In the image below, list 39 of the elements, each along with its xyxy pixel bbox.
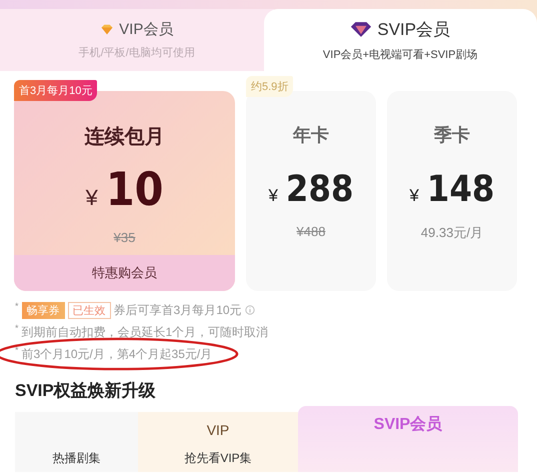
plan-name: 季卡 — [434, 124, 470, 147]
note-text: 券后可享首3月每月10元 — [114, 302, 242, 318]
plan-price: 288 — [286, 169, 354, 210]
note-marker: * — [15, 323, 19, 333]
note-marker: * — [15, 301, 19, 311]
membership-tab[interactable]: SVIP会员 VIP会员+电视端可看+SVIP剧场 — [264, 9, 537, 71]
tab-subtitle: VIP会员+电视端可看+SVIP剧场 — [322, 48, 478, 62]
membership-tab[interactable]: VIP会员 手机/平板/电脑均可使用 — [0, 9, 274, 71]
monthly-price: 49.33元/月 — [420, 224, 484, 242]
tab-title: VIP会员 — [119, 20, 174, 39]
note-text: 到期前自动扣费，会员延长1个月，可随时取消 — [22, 324, 268, 338]
plan-card[interactable]: 季卡 ¥ 148 49.33元/月 — [387, 91, 517, 291]
plan-name: 年卡 — [293, 124, 329, 147]
row-label: 热播剧集 — [52, 450, 100, 466]
plan-price: 148 — [426, 169, 495, 210]
tab-title: SVIP会员 — [377, 19, 450, 41]
gem-icon — [350, 21, 372, 38]
info-icon[interactable] — [244, 305, 255, 315]
section-heading: SVIP权益焕新升级 — [15, 380, 157, 402]
currency-symbol: ¥ — [86, 185, 98, 211]
plan-name: 连续包月 — [84, 125, 164, 150]
column-header: SVIP会员 — [374, 414, 442, 434]
note-text: 前3个月10元/月，第4个月起35元/月 — [22, 346, 212, 360]
table-cell-text: 抢先看VIP集 — [184, 450, 252, 466]
note-marker: * — [15, 345, 19, 355]
plan-footer: 特惠购会员 — [14, 255, 235, 291]
column-header: VIP — [206, 421, 230, 440]
plan-card[interactable]: 年卡 ¥ 288 ¥488 — [246, 91, 376, 291]
gem-icon — [100, 24, 114, 35]
currency-symbol: ¥ — [409, 186, 419, 206]
discount-badge: 首3月每月10元 — [14, 80, 98, 101]
coupon-tag: 畅享券 — [22, 302, 65, 318]
tab-subtitle: 手机/平板/电脑均可使用 — [78, 46, 195, 60]
currency-symbol: ¥ — [268, 186, 278, 206]
coupon-status: 已生效 — [68, 302, 111, 318]
original-price: ¥488 — [296, 224, 326, 239]
plan-price: 10 — [106, 162, 164, 216]
discount-badge: 约5.9折 — [246, 76, 294, 97]
original-price: ¥35 — [114, 230, 136, 245]
